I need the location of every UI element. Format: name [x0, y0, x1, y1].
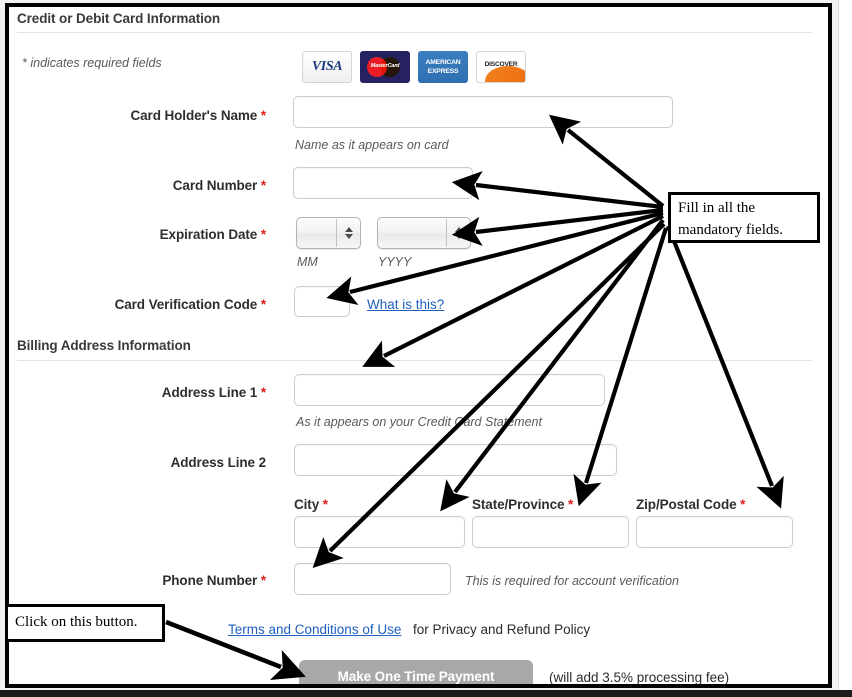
make-one-time-payment-button[interactable]: Make One Time Payment	[299, 660, 533, 684]
visa-logo-text: VISA	[311, 59, 343, 74]
card-number-input[interactable]	[293, 167, 473, 199]
address-line-1-input[interactable]	[294, 374, 605, 406]
payment-form: Credit or Debit Card Information * indic…	[9, 7, 828, 684]
amex-logo-line1: AMERICAN	[425, 59, 461, 66]
address-line-1-hint: As it appears on your Credit Card Statem…	[296, 415, 542, 429]
address-line-2-label: Address Line 2	[170, 455, 266, 470]
card-number-label: Card Number *	[172, 178, 266, 193]
expiration-year-hint: YYYY	[378, 255, 412, 269]
expiration-year-select[interactable]	[377, 217, 471, 249]
chevron-up-icon	[344, 227, 353, 232]
click-button-callout: Click on this button.	[5, 604, 165, 642]
card-verification-code-label: Card Verification Code *	[114, 297, 267, 312]
amex-logo: AMERICAN EXPRESS	[418, 51, 468, 83]
expiration-month-select[interactable]	[296, 217, 361, 249]
chevron-down-icon	[454, 234, 463, 239]
processing-fee-note: (will add 3.5% processing fee)	[549, 670, 730, 684]
year-stepper-icon[interactable]	[447, 218, 470, 248]
discover-logo: DISCOVER	[476, 51, 526, 83]
card-holder-name-label: Card Holder's Name *	[130, 108, 266, 123]
zip-postal-code-label: Zip/Postal Code *	[636, 497, 746, 512]
page-right-margin	[838, 0, 852, 690]
phone-number-label: Phone Number *	[162, 573, 266, 588]
chevron-up-icon	[454, 227, 463, 232]
required-marker: *	[322, 497, 328, 512]
city-label: City *	[294, 497, 328, 512]
phone-number-input[interactable]	[294, 563, 451, 595]
state-province-label: State/Province *	[472, 497, 574, 512]
discover-swoosh	[485, 66, 525, 82]
terms-and-conditions-link[interactable]: Terms and Conditions of Use	[228, 622, 401, 637]
amex-logo-line2: EXPRESS	[427, 68, 459, 75]
card-section-divider	[17, 32, 812, 33]
required-marker: *	[260, 227, 266, 242]
required-marker: *	[568, 497, 574, 512]
required-marker: *	[260, 573, 266, 588]
cvc-help-link[interactable]: What is this?	[367, 297, 444, 312]
card-holder-name-hint: Name as it appears on card	[295, 138, 449, 152]
card-verification-code-input[interactable]	[294, 286, 350, 317]
page-bottom-strip	[0, 690, 852, 697]
billing-section-title: Billing Address Information	[17, 338, 191, 353]
expiration-date-label: Expiration Date *	[159, 227, 266, 242]
expiration-month-hint: MM	[297, 255, 318, 269]
required-marker: *	[260, 297, 266, 312]
card-section-title: Credit or Debit Card Information	[17, 11, 221, 26]
mastercard-logo-text: MasterCard	[370, 63, 400, 69]
required-marker: *	[740, 497, 746, 512]
required-marker: *	[260, 178, 266, 193]
city-input[interactable]	[294, 516, 465, 548]
address-line-2-input[interactable]	[294, 444, 617, 476]
visa-logo: VISA	[302, 51, 352, 83]
address-line-1-label: Address Line 1 *	[161, 385, 266, 400]
mastercard-logo: MasterCard	[360, 51, 410, 83]
zip-postal-code-input[interactable]	[636, 516, 793, 548]
terms-suffix-text: for Privacy and Refund Policy	[413, 622, 591, 637]
discover-logo-text: DISCOVER	[484, 61, 518, 68]
required-marker: *	[260, 385, 266, 400]
month-stepper-icon[interactable]	[337, 218, 360, 248]
chevron-down-icon	[344, 234, 353, 239]
required-fields-note: * indicates required fields	[22, 56, 162, 70]
screenshot-root: Credit or Debit Card Information * indic…	[0, 0, 852, 697]
required-marker: *	[260, 108, 266, 123]
mandatory-fields-callout: Fill in all the mandatory fields.	[668, 192, 820, 243]
state-province-input[interactable]	[472, 516, 629, 548]
card-holder-name-input[interactable]	[293, 96, 673, 128]
phone-number-hint: This is required for account verificatio…	[465, 574, 679, 588]
billing-section-divider	[17, 360, 812, 361]
accepted-card-logos: VISA MasterCard AMERICAN EXPRESS DISCOVE…	[302, 51, 526, 83]
